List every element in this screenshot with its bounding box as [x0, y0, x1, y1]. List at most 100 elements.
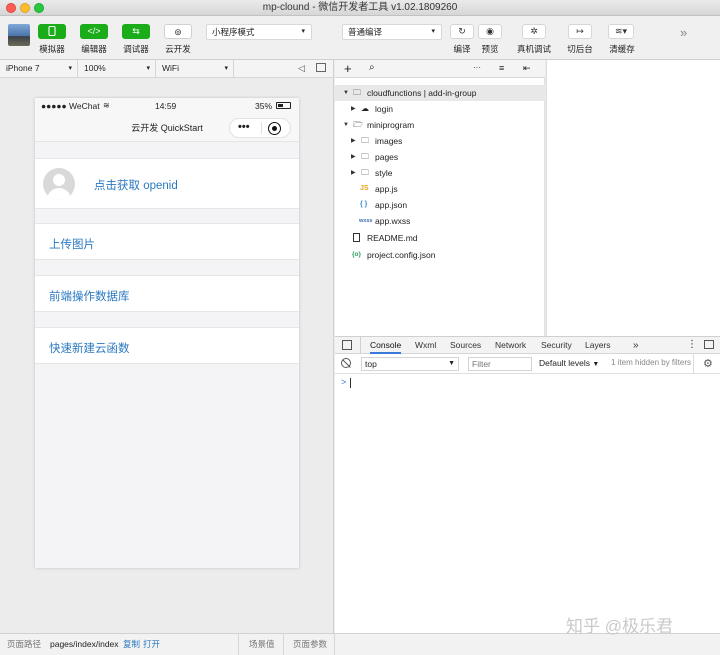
debugger-toggle-button[interactable]: ⇆	[122, 24, 150, 39]
collapse-arrow-icon[interactable]: ▶	[351, 149, 356, 165]
tab-sources[interactable]: Sources	[450, 337, 481, 354]
editor-pane[interactable]	[546, 60, 720, 336]
js-file-icon: JS	[360, 185, 369, 192]
console-prompt: >	[341, 377, 347, 387]
tree-item-label: app.wxss	[375, 216, 411, 226]
file-tree: ▼ 🗀 cloudfunctions | add-in-group ▶ ☁ lo…	[335, 78, 545, 336]
tree-item-label: app.js	[375, 184, 398, 194]
carrier-signal: ●●●●● WeChat	[41, 101, 100, 111]
tree-item-miniprogram[interactable]: ▼ 🗁 miniprogram	[335, 117, 545, 133]
scene-value-button[interactable]: 场景值	[249, 634, 275, 655]
tree-item-label: miniprogram	[367, 120, 415, 130]
tree-item-pages[interactable]: ▶ 🗀 pages	[335, 149, 545, 165]
settings-gear-icon[interactable]: ⚙	[703, 357, 713, 370]
expand-arrow-icon[interactable]: ▼	[343, 85, 349, 101]
zoom-select-value: 100%	[84, 63, 106, 73]
log-levels-value: Default levels	[539, 358, 591, 368]
network-select[interactable]: WiFi ▾	[156, 60, 234, 77]
collapse-arrow-icon[interactable]: ▶	[351, 165, 356, 181]
tabs-overflow-icon[interactable]: »	[633, 337, 639, 354]
tab-security[interactable]: Security	[541, 337, 572, 354]
tree-item-app-json[interactable]: { } app.json	[335, 197, 545, 213]
tree-item-images[interactable]: ▶ 🗀 images	[335, 133, 545, 149]
upload-image-cell[interactable]: 上传图片	[35, 223, 299, 260]
user-avatar[interactable]	[8, 24, 30, 46]
dock-side-icon[interactable]	[704, 340, 714, 349]
tree-item-app-wxss[interactable]: wxss app.wxss	[335, 213, 545, 229]
database-cell[interactable]: 前端操作数据库	[35, 275, 299, 312]
upload-image-link[interactable]: 上传图片	[49, 236, 95, 252]
expand-arrow-icon[interactable]: ▼	[343, 117, 349, 133]
editor-label: 编辑器	[81, 44, 107, 54]
log-levels-select[interactable]: Default levels ▼	[539, 358, 599, 368]
capsule-menu: •••	[229, 118, 291, 138]
tab-layers[interactable]: Layers	[585, 337, 611, 354]
mode-select[interactable]: 小程序模式 ▾	[206, 24, 312, 40]
tree-item-project-config[interactable]: {o} project.config.json	[335, 247, 545, 263]
editor-toggle-button[interactable]: </>	[80, 24, 108, 39]
cloud-function-cell[interactable]: 快速新建云函数	[35, 327, 299, 364]
clear-cache-button[interactable]: ≋▾	[608, 24, 634, 39]
clear-console-icon[interactable]	[341, 358, 351, 368]
cloud-icon: ☁	[361, 104, 369, 113]
search-icon[interactable]: ⌕	[369, 62, 375, 73]
zoom-select[interactable]: 100% ▾	[78, 60, 156, 77]
tree-item-label: style	[375, 168, 393, 178]
tree-item-style[interactable]: ▶ 🗀 style	[335, 165, 545, 181]
cloud-dev-label: 云开发	[165, 44, 191, 54]
copy-path-link[interactable]: 复制	[123, 634, 140, 655]
detach-window-icon[interactable]	[316, 63, 326, 72]
zoom-window-button[interactable]	[34, 3, 44, 13]
close-window-button[interactable]	[6, 3, 16, 13]
database-link[interactable]: 前端操作数据库	[49, 288, 130, 304]
tree-item-app-js[interactable]: JS app.js	[335, 181, 545, 197]
tree-item-login[interactable]: ▶ ☁ login	[335, 101, 545, 117]
compile-button[interactable]: ↻	[450, 24, 474, 39]
toolbar-more-icon[interactable]: »	[680, 25, 687, 40]
folder-icon: 🗀	[361, 168, 369, 177]
chevron-down-icon: ▾	[224, 65, 228, 72]
phone-screen: ●●●●● WeChat ≋ 14:59 35% 云开发 QuickStart …	[35, 98, 299, 568]
cloud-dev-button[interactable]: ⊚	[164, 24, 192, 39]
split-panel-icon[interactable]: ⇤	[523, 63, 531, 74]
collapse-arrow-icon[interactable]: ▶	[351, 133, 356, 149]
tab-wxml[interactable]: Wxml	[415, 337, 436, 354]
json-file-icon: { }	[360, 201, 368, 208]
collapse-all-icon[interactable]: ≡	[499, 63, 504, 73]
inspect-element-icon[interactable]	[342, 340, 352, 350]
background-button[interactable]: ↦	[568, 24, 592, 39]
refresh-icon: ↻	[458, 26, 466, 36]
collapse-arrow-icon[interactable]: ▶	[351, 101, 356, 117]
phone-icon	[48, 25, 56, 37]
open-path-link[interactable]: 打开	[143, 634, 160, 655]
console-output[interactable]: >	[335, 374, 720, 633]
add-file-icon[interactable]: +	[344, 61, 352, 76]
eye-icon: ◉	[486, 26, 494, 36]
wxss-file-icon: wxss	[359, 218, 373, 224]
close-miniprogram-icon[interactable]	[268, 122, 281, 135]
tab-network[interactable]: Network	[495, 337, 526, 354]
tree-item-cloudfunctions[interactable]: ▼ 🗀 cloudfunctions | add-in-group	[335, 85, 545, 101]
context-select[interactable]: top ▼	[361, 357, 459, 371]
cloud-function-link[interactable]: 快速新建云函数	[49, 340, 130, 356]
tab-console[interactable]: Console	[370, 337, 402, 354]
page-params-button[interactable]: 页面参数	[293, 634, 327, 655]
devtools-menu-icon[interactable]: ⋮	[687, 339, 697, 350]
speaker-icon[interactable]: ◁	[298, 63, 305, 74]
file-icon	[353, 233, 360, 242]
more-options-icon[interactable]: ···	[473, 63, 481, 72]
get-openid-link[interactable]: 点击获取 openid	[94, 177, 178, 193]
compile-select[interactable]: 普通编译 ▾	[342, 24, 442, 40]
more-dots-icon[interactable]: •••	[238, 113, 250, 141]
tree-item-readme[interactable]: README.md	[335, 230, 545, 246]
capsule-divider	[261, 122, 262, 134]
device-select[interactable]: iPhone 7 ▾	[0, 60, 78, 77]
tree-item-label: login	[375, 104, 393, 114]
footer-divider	[238, 634, 239, 655]
preview-button[interactable]: ◉	[478, 24, 502, 39]
console-filter-input[interactable]	[468, 357, 532, 371]
openid-cell[interactable]: 点击获取 openid	[35, 158, 299, 209]
device-debug-button[interactable]: ✲	[522, 24, 546, 39]
minimize-window-button[interactable]	[20, 3, 30, 13]
simulator-toggle-button[interactable]	[38, 24, 66, 39]
